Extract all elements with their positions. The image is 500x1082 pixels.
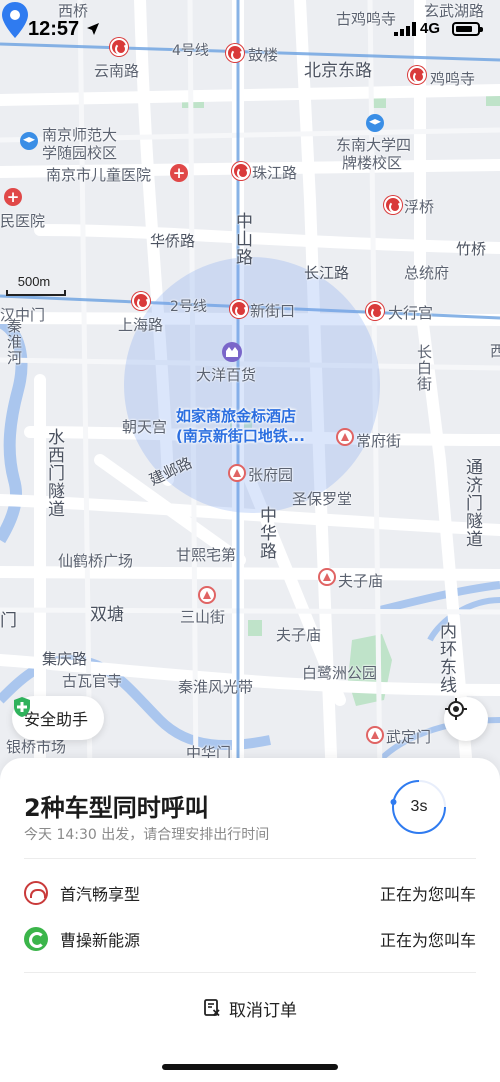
- home-indicator[interactable]: [162, 1064, 338, 1070]
- divider: [24, 858, 476, 859]
- landmark-icon: [336, 428, 354, 446]
- crosshair-icon: [445, 698, 467, 720]
- map-label-men: 门: [0, 611, 17, 631]
- status-time: 12:57: [28, 18, 80, 40]
- battery-icon: [452, 22, 483, 36]
- map-label-zhangfuyuan: 张府园: [248, 466, 294, 484]
- cancel-order-icon: [204, 999, 220, 1017]
- car-type-row: 曹操新能源 正在为您叫车: [24, 924, 476, 954]
- location-arrow-icon: [87, 23, 99, 35]
- map-label-zhuqiao: 竹桥: [456, 240, 487, 258]
- map-label-changjianglu: 长江路: [304, 264, 350, 282]
- map-label-bailuzhou: 白鹭洲公园: [302, 664, 378, 682]
- map-label-minyiyuan: 民医院: [0, 212, 46, 230]
- landmark-icon: [228, 464, 246, 482]
- shouqi-logo-icon: [24, 881, 48, 905]
- hospital-icon: +: [170, 164, 188, 182]
- map-label-zhongshanlu: 中山路: [232, 212, 252, 266]
- car-type-row: 首汽畅享型 正在为您叫车: [24, 878, 476, 908]
- metro-station-icon: [408, 66, 426, 84]
- order-status-sheet: 2种车型同时呼叫 今天 14:30 出发，请合理安排出行时间 3s 首汽畅享型 …: [0, 758, 500, 1082]
- map-label-xi: 西: [490, 342, 500, 360]
- map-label-zhonghualu: 中华路: [256, 506, 276, 560]
- map-label-daiyangbaihuo: 大洋百货: [196, 366, 257, 384]
- map-label-fuzimiao-station: 夫子庙: [338, 572, 384, 590]
- map-label-neihuan: 内环东线: [436, 622, 456, 694]
- divider: [24, 972, 476, 973]
- map-label-shanghailu: 上海路: [118, 316, 164, 334]
- map-label-chaotiangong: 朝天宫: [122, 418, 168, 436]
- shopping-icon: [222, 342, 242, 362]
- map-label-huaqiaolu: 华侨路: [150, 232, 196, 250]
- map-scale-bar: [6, 290, 66, 296]
- map-scale-label: 500m: [17, 274, 51, 289]
- school-icon: [20, 132, 38, 150]
- map-view[interactable]: 西桥 古鸡鸣寺 玄武湖路 4号线 鼓楼 云南路 北京东路 鸡鸣寺 南京师范大 学…: [0, 0, 500, 780]
- signal-icon: [394, 22, 416, 36]
- map-label-nanshida2: 学随园校区: [42, 144, 118, 162]
- landmark-icon: [318, 568, 336, 586]
- map-label-ertong: 南京市儿童医院: [46, 166, 152, 184]
- network-type: 4G: [420, 20, 441, 37]
- caocao-logo-icon: [24, 927, 48, 951]
- car-type-status: 正在为您叫车: [379, 931, 476, 950]
- map-label-shuangtang: 双塘: [90, 605, 124, 625]
- map-label-daxinggong: 大行宫: [388, 304, 434, 322]
- landmark-icon: [366, 726, 384, 744]
- cancel-order-button[interactable]: 取消订单: [0, 994, 500, 1022]
- map-label-guwaguan: 古瓦官寺: [62, 672, 123, 690]
- map-label-beijingdonglu: 北京东路: [304, 61, 372, 81]
- car-type-name: 首汽畅享型: [60, 885, 141, 904]
- shield-icon: [14, 697, 30, 717]
- map-label-xinjiekou: 新街口: [250, 302, 296, 320]
- map-label-fuqiao: 浮桥: [404, 198, 435, 216]
- map-label-qinhuai-fengguang: 秦淮风光带: [178, 678, 254, 696]
- pickup-location-label[interactable]: 如家商旅金标酒店 (南京新街口地铁...: [176, 406, 305, 446]
- map-label-xianheqiao: 仙鹤桥广场: [58, 552, 134, 570]
- map-label-ganxi: 甘熙宅第: [176, 546, 237, 564]
- status-bar: 12:57 4G: [0, 0, 500, 58]
- car-type-name: 曹操新能源: [60, 931, 141, 950]
- map-label-jimingsi: 鸡鸣寺: [430, 70, 476, 88]
- map-label-changbailu: 长白街: [415, 344, 433, 392]
- locate-me-button[interactable]: [444, 697, 488, 741]
- sheet-subtitle: 今天 14:30 出发，请合理安排出行时间: [24, 827, 270, 843]
- map-label-zongtongfu: 总统府: [404, 264, 450, 282]
- map-label-wudingmen: 武定门: [386, 728, 432, 746]
- hospital-icon: +: [4, 188, 22, 206]
- map-label-qinhuaihe: 秦淮河: [5, 318, 23, 366]
- metro-station-icon: [384, 196, 402, 214]
- map-label-changfujie: 常府街: [356, 432, 402, 450]
- cancel-order-label: 取消订单: [229, 1000, 297, 1021]
- landmark-icon: [198, 586, 216, 604]
- metro-station-icon: [232, 162, 250, 180]
- map-scale: 500m: [6, 274, 68, 296]
- map-label-zhujianglu: 珠江路: [252, 164, 298, 182]
- map-label-yunnanlu: 云南路: [94, 62, 140, 80]
- safety-assistant-button[interactable]: 安全助手: [12, 696, 105, 740]
- map-label-sanshanjie: 三山街: [180, 608, 226, 626]
- metro-station-icon: [230, 300, 248, 318]
- countdown-timer: 3s: [390, 778, 448, 836]
- countdown-value: 3s: [410, 798, 428, 815]
- map-label-shuiximen: 水西门隧道: [44, 428, 64, 518]
- school-icon: [366, 114, 384, 132]
- sheet-title: 2种车型同时呼叫: [24, 794, 209, 822]
- map-label-dongnan2: 牌楼校区: [342, 154, 403, 172]
- safety-assistant-label: 安全助手: [24, 710, 89, 729]
- map-label-jiqinglu: 集庆路: [42, 650, 88, 668]
- pickup-location-subname: (南京新街口地铁...: [176, 427, 305, 445]
- pickup-location-name: 如家商旅金标酒店: [176, 407, 297, 425]
- map-label-shengbaoluo: 圣保罗堂: [292, 490, 353, 508]
- map-label-tongjimen: 通济门隧道: [462, 458, 482, 548]
- map-label-fuzimiao: 夫子庙: [276, 626, 322, 644]
- metro-station-icon: [366, 302, 384, 320]
- metro-station-icon: [132, 292, 150, 310]
- map-label-line2: 2号线: [170, 299, 207, 315]
- car-type-status: 正在为您叫车: [379, 885, 476, 904]
